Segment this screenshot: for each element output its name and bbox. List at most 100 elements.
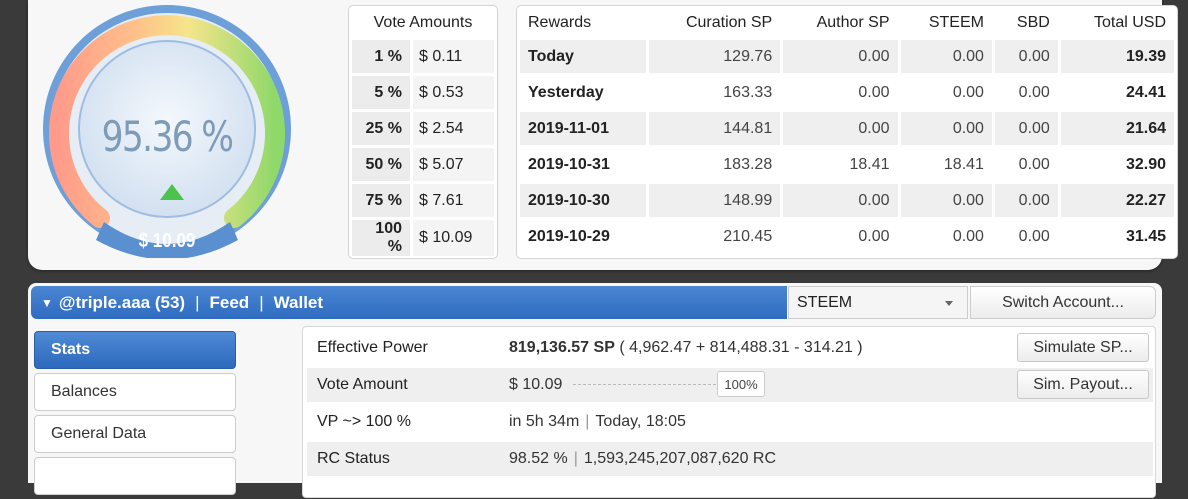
stats-row-effective-power: Effective Power 819,136.57 SP ( 4,962.47… [307,331,1153,365]
vote-usd: $ 5.07 [413,148,494,181]
menu-item-balances[interactable]: Balances [34,373,236,411]
rewards-cell: 0.00 [994,112,1058,145]
vote-amounts-card: Vote Amounts 1 % $ 0.11 5 % $ 0.53 25 % $ 2.5… [348,5,498,259]
stats-row-vp: VP ~> 100 % in 5h 34m | Today, 18:05 [307,405,1153,439]
rewards-cell: 0.00 [900,184,992,217]
menu-item-general-data[interactable]: General Data [34,415,236,453]
rewards-column-header: Rewards [528,14,592,31]
rewards-row: Yesterday 163.33 0.00 0.00 0.00 24.41 [520,76,1174,109]
rewards-cell: 0.00 [994,40,1058,73]
vote-percent: 5 % [352,76,410,109]
currency-select[interactable]: STEEM [788,286,968,319]
rc-value: 98.52 % | 1,593,245,207,087,620 RC [509,450,777,467]
vote-amount-row: 25 % $ 2.54 [352,112,494,145]
vote-amounts-header: Vote Amounts [373,14,473,31]
rewards-cell: 0.00 [858,227,890,245]
switch-account-button[interactable]: Switch Account... [970,286,1156,319]
rewards-column-header: STEEM [928,14,984,31]
stats-label: Effective Power [317,339,428,356]
rewards-column-header: Total USD [1093,14,1166,31]
rc-amount: 1,593,245,207,087,620 RC [583,450,777,467]
vote-amount-row: 75 % $ 7.61 [352,184,494,217]
sim-payout-button[interactable]: Sim. Payout... [1017,370,1149,399]
vote-weight-handle[interactable]: 100% [717,371,765,397]
effective-power-breakdown: ( 4,962.47 + 814,488.31 - 314.21 ) [619,339,863,356]
feed-link[interactable]: Feed [210,293,250,313]
chevron-down-icon [945,301,953,306]
nav-separator: | [195,292,200,312]
rewards-cell: 18.41 [849,155,890,173]
vote-amount-row: 100 % $ 10.09 [352,220,494,256]
vote-usd: $ 0.53 [413,76,494,109]
vp-full-time: Today, 18:05 [595,413,686,430]
rewards-cell: 0.00 [783,40,898,73]
rewards-cell: 0.00 [952,83,984,101]
rewards-cell: 144.81 [648,112,781,145]
vp-value: in 5h 34m | Today, 18:05 [509,413,686,430]
stats-label: VP ~> 100 % [317,413,411,430]
rewards-cell: Yesterday [528,83,604,101]
rewards-column-header: SBD [1016,14,1050,31]
vote-amounts-table: Vote Amounts 1 % $ 0.11 5 % $ 0.53 25 % $ 2.5… [349,6,497,259]
vote-usd: $ 2.54 [413,112,494,145]
rewards-cell: Today [520,40,646,73]
vote-percent: 25 % [352,112,410,145]
voting-power-percent: 95.36 % [101,112,234,161]
vote-percent: 75 % [352,184,410,217]
rewards-cell: 19.39 [1060,40,1174,73]
rewards-cell: 0.00 [1018,83,1050,101]
vote-value-usd: $ 10.09 [138,230,196,252]
rewards-cell: 32.90 [1125,155,1166,173]
vote-amount-value: $ 10.09 [509,376,563,393]
account-panel: ▼ @triple.aaa (53) | Feed | Wallet STEEM… [28,283,1162,498]
vote-usd: $ 7.61 [413,184,494,217]
up-triangle-icon [160,184,184,200]
menu-item-stats[interactable]: Stats [34,331,236,369]
rewards-cell: 148.99 [648,184,781,217]
rewards-cell: 0.00 [783,112,898,145]
rewards-cell: 0.00 [952,227,984,245]
rewards-cell: 163.33 [723,83,773,101]
vote-amount-row: 5 % $ 0.53 [352,76,494,109]
rewards-row: 2019-11-01 144.81 0.00 0.00 0.00 21.64 [520,112,1174,145]
account-link[interactable]: @triple.aaa (53) [59,293,185,313]
effective-power-sp: 819,136.57 SP [509,339,615,356]
rewards-cell: 2019-10-31 [528,155,610,173]
rewards-cell: 183.28 [723,155,773,173]
account-nav-bar: ▼ @triple.aaa (53) | Feed | Wallet [31,286,787,319]
rewards-card: Rewards Curation SP Author SP STEEM SBD Total… [516,5,1178,259]
rewards-cell: 0.00 [994,184,1058,217]
rewards-cell: 31.45 [1125,227,1166,245]
rewards-cell: 210.45 [723,227,773,245]
rewards-table: Rewards Curation SP Author SP STEEM SBD Total… [517,6,1177,256]
top-panel: 95.36 % $ 10.09 Vote Amounts 1 % $ 0.11 5 … [28,0,1178,270]
vote-amount-row: 1 % $ 0.11 [352,40,494,73]
side-menu: Stats Balances General Data [34,331,236,499]
rewards-cell: 0.00 [783,184,898,217]
rewards-cell: 2019-10-29 [528,227,610,245]
simulate-sp-button[interactable]: Simulate SP... [1017,333,1149,362]
stats-label: Vote Amount [317,376,408,393]
vp-time-remaining: in 5h 34m [509,413,580,430]
rewards-cell: 24.41 [1125,83,1166,101]
rewards-cell: 0.00 [1018,227,1050,245]
rewards-cell: 21.64 [1060,112,1174,145]
vote-amount-row: 50 % $ 5.07 [352,148,494,181]
nav-separator: | [259,292,264,312]
voting-power-gauge: 95.36 % $ 10.09 [42,4,292,258]
vote-usd: $ 10.09 [413,220,494,256]
rewards-cell: 2019-10-30 [520,184,646,217]
rewards-row: 2019-10-29 210.45 0.00 0.00 0.00 31.45 [520,220,1174,253]
rewards-cell: 0.00 [858,83,890,101]
collapse-triangle-icon[interactable]: ▼ [41,296,53,310]
rewards-row: Today 129.76 0.00 0.00 0.00 19.39 [520,40,1174,73]
rewards-cell: 22.27 [1060,184,1174,217]
menu-item-more[interactable] [34,457,236,495]
rewards-cell: 0.00 [900,40,992,73]
wallet-link[interactable]: Wallet [274,293,323,313]
rewards-cell: 0.00 [1018,155,1050,173]
vote-weight-slider[interactable] [573,384,721,385]
rewards-cell: 2019-11-01 [520,112,646,145]
stats-row-rc: RC Status 98.52 % | 1,593,245,207,087,620 … [307,442,1153,476]
rewards-cell: 18.41 [943,155,984,173]
